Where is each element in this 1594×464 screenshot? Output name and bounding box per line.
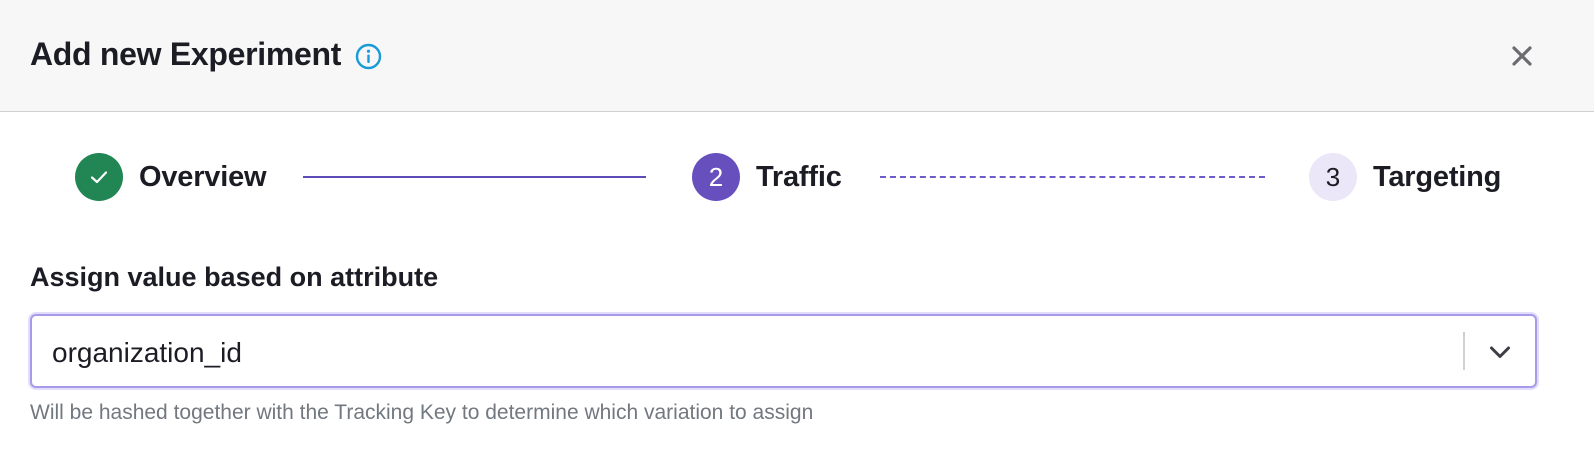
step-traffic[interactable]: 2 Traffic <box>692 152 842 202</box>
attribute-field-label: Assign value based on attribute <box>30 262 439 292</box>
attribute-select[interactable]: organization_id <box>30 314 1537 388</box>
attribute-help-text: Will be hashed together with the Trackin… <box>30 401 814 424</box>
step-targeting[interactable]: 3 Targeting <box>1309 152 1501 202</box>
close-icon <box>1512 46 1532 66</box>
close-button[interactable] <box>1500 40 1544 72</box>
modal-title: Add new Experiment <box>30 36 342 72</box>
step-label: Overview <box>139 160 267 193</box>
step-overview[interactable]: Overview <box>75 152 267 202</box>
step-connector-complete <box>303 176 646 178</box>
step-number: 3 <box>1309 153 1357 201</box>
step-number: 2 <box>692 153 740 201</box>
chevron-down-icon[interactable] <box>1487 339 1513 365</box>
step-connector-pending <box>880 176 1265 178</box>
stepper: Overview 2 Traffic 3 Targeting <box>0 152 1594 202</box>
step-complete-indicator <box>75 153 123 201</box>
select-divider <box>1463 332 1465 370</box>
info-icon[interactable] <box>355 43 382 70</box>
step-label: Targeting <box>1373 160 1502 193</box>
attribute-select-value: organization_id <box>52 337 242 368</box>
check-icon <box>90 171 108 184</box>
modal-header: Add new Experiment <box>0 0 1594 112</box>
step-label: Traffic <box>756 160 842 193</box>
